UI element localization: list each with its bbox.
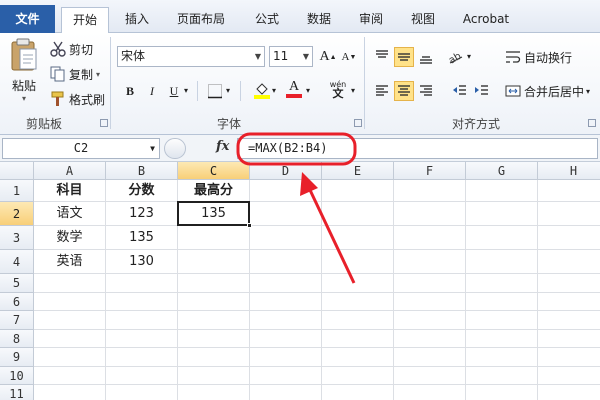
annotation-overlay	[236, 132, 357, 284]
formula-highlight-circle	[236, 132, 357, 166]
annotation-arrow-shaft	[308, 189, 356, 284]
arrow-up-icon	[300, 172, 318, 196]
